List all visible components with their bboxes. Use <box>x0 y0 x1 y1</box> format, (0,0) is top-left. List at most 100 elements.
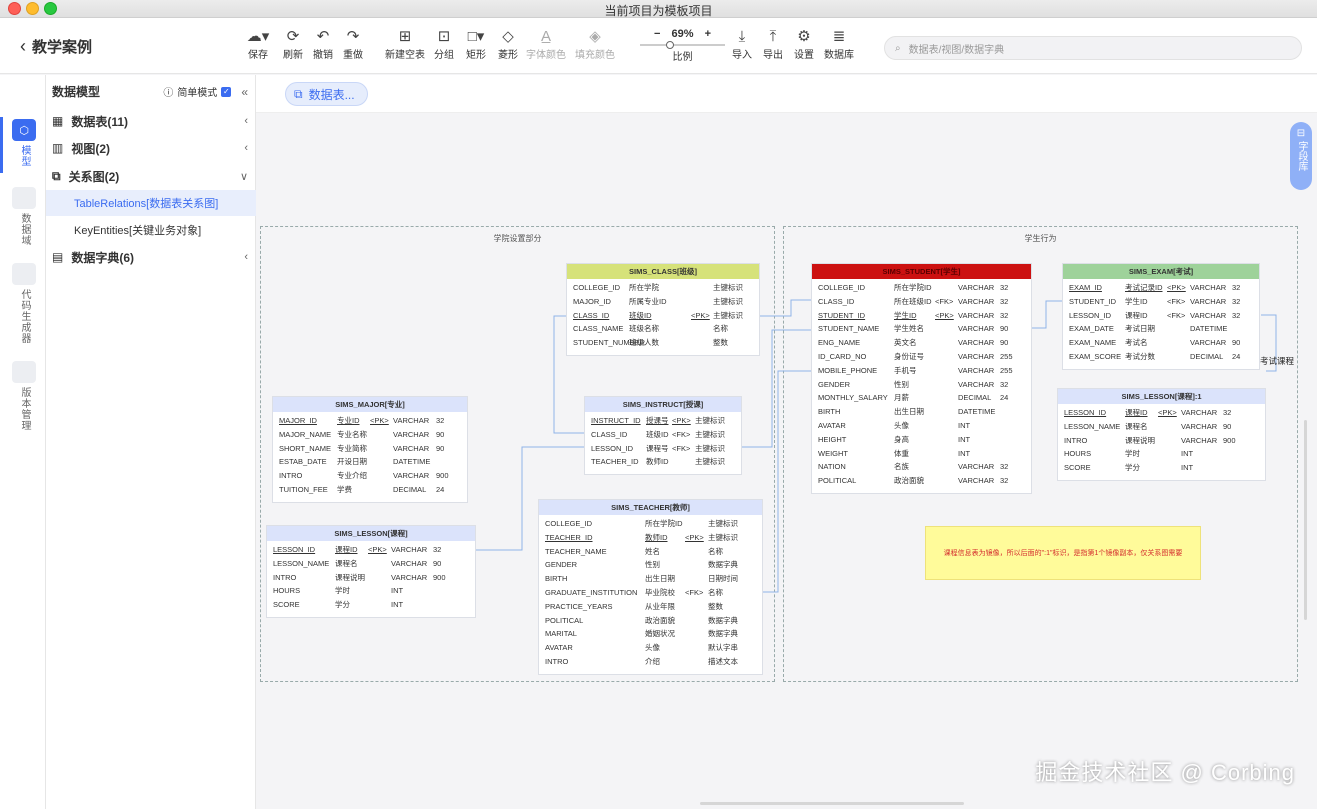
entity-field-row[interactable]: STUDENT_ID 学生ID <PK> VARCHAR 32 <box>812 309 1031 323</box>
entity-field-row[interactable]: HOURS 学时 INT <box>267 584 475 598</box>
entity-field-row[interactable]: LESSON_NAME 课程名 VARCHAR 90 <box>1058 420 1265 434</box>
zoom-slider-handle[interactable] <box>666 41 674 49</box>
zoom-out-button[interactable]: − <box>654 28 660 40</box>
zoom-slider[interactable] <box>640 41 725 49</box>
entity-field-row[interactable]: BIRTH 出生日期 DATETIME <box>812 405 1031 419</box>
entity-field-row[interactable]: EXAM_ID 考试记录ID <PK> VARCHAR 32 <box>1063 281 1259 295</box>
collapse-sidebar-button[interactable]: « <box>241 85 248 99</box>
new-table-button[interactable]: ⊞ 新建空表 <box>385 28 425 61</box>
entity-field-row[interactable]: EXAM_NAME 考试名 VARCHAR 90 <box>1063 336 1259 350</box>
field-cell: 政治面貌 <box>894 476 924 486</box>
horizontal-scrollbar[interactable] <box>700 802 964 805</box>
rail-item-version[interactable]: 版本管理 <box>12 361 36 431</box>
entity-exam[interactable]: SIMS_EXAM[考试] EXAM_ID 考试记录ID <PK> VARCHAR 32 S… <box>1062 263 1260 370</box>
entity-class[interactable]: SIMS_CLASS[班级] COLLEGE_ID 所在学院 主键标识 MAJOR_ID… <box>566 263 760 356</box>
vertical-scrollbar[interactable] <box>1304 420 1307 620</box>
entity-field-row[interactable]: INTRO 专业介绍 VARCHAR 900 <box>273 469 467 483</box>
back-button[interactable]: ‹ 教学案例 <box>20 36 92 57</box>
entity-field-row[interactable]: PRACTICE_YEARS 从业年限 整数 <box>539 600 762 614</box>
entity-field-row[interactable]: MARITAL 婚姻状况 数据字典 <box>539 627 762 641</box>
entity-field-row[interactable]: TEACHER_ID 教师ID <PK> 主键标识 <box>539 531 762 545</box>
note-mirror-info[interactable]: 课程信息表为镜像，所以后面的":1"标识，是指第1个镜像副本，仅关系图需要 <box>925 526 1201 580</box>
entity-field-row[interactable]: MAJOR_NAME 专业名称 VARCHAR 90 <box>273 428 467 442</box>
entity-field-row[interactable]: COLLEGE_ID 所在学院ID 主键标识 <box>539 517 762 531</box>
entity-field-row[interactable]: POLITICAL 政治面貌 数据字典 <box>539 614 762 628</box>
field-cell: 专业简称 <box>337 443 367 453</box>
entity-field-row[interactable]: EXAM_DATE 考试日期 DATETIME <box>1063 322 1259 336</box>
entity-field-row[interactable]: INTRO 课程说明 VARCHAR 900 <box>1058 434 1265 448</box>
tree-item-table-relations[interactable]: TableRelations[数据表关系图] <box>46 190 256 216</box>
entity-field-row[interactable]: COLLEGE_ID 所在学院ID VARCHAR 32 <box>812 281 1031 295</box>
entity-field-row[interactable]: STUDENT_ID 学生ID <FK> VARCHAR 32 <box>1063 295 1259 309</box>
entity-field-row[interactable]: ESTAB_DATE 开设日期 DATETIME <box>273 455 467 469</box>
entity-field-row[interactable]: STUDENT_NAME 学生姓名 VARCHAR 90 <box>812 322 1031 336</box>
field-cell: 整数 <box>713 338 728 348</box>
simple-mode-checkbox[interactable]: ✓ <box>221 86 232 97</box>
entity-field-row[interactable]: CLASS_ID 班级ID <FK> 主键标识 <box>585 428 741 442</box>
save-button[interactable]: ☁▾ 保存 <box>238 28 278 61</box>
entity-field-row[interactable]: INTRO 介绍 描述文本 <box>539 655 762 669</box>
entity-field-row[interactable]: HOURS 学时 INT <box>1058 447 1265 461</box>
entity-field-row[interactable]: LESSON_ID 课程ID <PK> VARCHAR 32 <box>1058 406 1265 420</box>
font-color-button[interactable]: A̲ 字体颜色 <box>526 28 566 61</box>
tree-item-key-entities[interactable]: KeyEntities[关键业务对象] <box>46 217 256 243</box>
tree-item-dictionary[interactable]: ▤ 数据字典(6) ‹ <box>46 244 256 270</box>
fill-color-button[interactable]: ◈ 填充颜色 <box>575 28 615 61</box>
entity-field-row[interactable]: LESSON_ID 课程号 <FK> 主键标识 <box>585 442 741 456</box>
entity-field-row[interactable]: TEACHER_NAME 姓名 名称 <box>539 545 762 559</box>
entity-field-row[interactable]: POLITICAL 政治面貌 VARCHAR 32 <box>812 474 1031 488</box>
entity-field-row[interactable]: GRADUATE_INSTITUTION 毕业院校 <FK> 名称 <box>539 586 762 600</box>
entity-field-row[interactable]: LESSON_NAME 课程名 VARCHAR 90 <box>267 557 475 571</box>
field-library-tab[interactable]: ⊟ 字段库 <box>1290 122 1312 190</box>
simple-mode-toggle[interactable]: ⓘ 简单模式 ✓ <box>163 84 232 99</box>
tree-item-diagrams[interactable]: ⧉ 关系图(2) ∨ <box>46 163 256 189</box>
zoom-in-button[interactable]: + <box>705 28 711 40</box>
entity-field-row[interactable]: LESSON_ID 课程ID <FK> VARCHAR 32 <box>1063 309 1259 323</box>
entity-field-row[interactable]: MAJOR_ID 专业ID <PK> VARCHAR 32 <box>273 414 467 428</box>
entity-field-row[interactable]: AVATAR 头像 INT <box>812 419 1031 433</box>
rail-item-code-generator[interactable]: 代码生成器 <box>12 263 36 344</box>
entity-field-row[interactable]: SCORE 学分 INT <box>1058 461 1265 475</box>
entity-field-row[interactable]: ENG_NAME 英文名 VARCHAR 90 <box>812 336 1031 350</box>
diagram-canvas[interactable]: ⧉ 数据表... 学院设置部分 学生行为 考试课程 SIMS_CLASS[班级]… <box>256 75 1317 809</box>
entity-field-row[interactable]: STUDENT_NUMBER 班级人数 整数 <box>567 336 759 350</box>
entity-student[interactable]: SIMS_STUDENT[学生] COLLEGE_ID 所在学院ID VARCHAR 3… <box>811 263 1032 494</box>
entity-field-row[interactable]: EXAM_SCORE 考试分数 DECIMAL 24 <box>1063 350 1259 364</box>
entity-field-row[interactable]: CLASS_NAME 班级名称 名称 <box>567 322 759 336</box>
entity-field-row[interactable]: MAJOR_ID 所属专业ID 主键标识 <box>567 295 759 309</box>
entity-field-row[interactable]: CLASS_ID 班级ID <PK> 主键标识 <box>567 309 759 323</box>
entity-field-row[interactable]: INSTRUCT_ID 授课号 <PK> 主键标识 <box>585 414 741 428</box>
entity-field-row[interactable]: BIRTH 出生日期 日期时间 <box>539 572 762 586</box>
entity-instruct[interactable]: SIMS_INSTRUCT[授课] INSTRUCT_ID 授课号 <PK> 主键标识 C… <box>584 396 742 476</box>
entity-lesson[interactable]: SIMS_LESSON[课程] LESSON_ID 课程ID <PK> VARCHAR 3… <box>266 525 476 618</box>
diamond-button[interactable]: ◇ 菱形 <box>488 28 528 61</box>
rail-item-data-domain[interactable]: 数据域 <box>12 187 36 246</box>
entity-field-row[interactable]: MONTHLY_SALARY 月薪 DECIMAL 24 <box>812 391 1031 405</box>
redo-button[interactable]: ↷ 重做 <box>333 28 373 61</box>
entity-lesson1[interactable]: SIMS_LESSON[课程]:1 LESSON_ID 课程ID <PK> VARCHA… <box>1057 388 1266 481</box>
entity-field-row[interactable]: GENDER 性别 数据字典 <box>539 558 762 572</box>
tree-item-views[interactable]: ▥ 视图(2) ‹ <box>46 135 256 161</box>
entity-major[interactable]: SIMS_MAJOR[专业] MAJOR_ID 专业ID <PK> VARCHAR 32 M… <box>272 396 468 503</box>
search-input[interactable]: ⌕ 数据表/视图/数据字典 <box>884 36 1302 60</box>
entity-field-row[interactable]: TEACHER_ID 教师ID 主键标识 <box>585 455 741 469</box>
entity-field-row[interactable]: LESSON_ID 课程ID <PK> VARCHAR 32 <box>267 543 475 557</box>
entity-field-row[interactable]: NATION 名族 VARCHAR 32 <box>812 460 1031 474</box>
entity-field-row[interactable]: MOBILE_PHONE 手机号 VARCHAR 255 <box>812 364 1031 378</box>
entity-field-row[interactable]: ID_CARD_NO 身份证号 VARCHAR 255 <box>812 350 1031 364</box>
entity-field-row[interactable]: AVATAR 头像 默认字串 <box>539 641 762 655</box>
settings-button[interactable]: ⚙ 设置 <box>784 28 824 61</box>
entity-field-row[interactable]: SHORT_NAME 专业简称 VARCHAR 90 <box>273 442 467 456</box>
entity-field-row[interactable]: INTRO 课程说明 VARCHAR 900 <box>267 571 475 585</box>
entity-field-row[interactable]: GENDER 性别 VARCHAR 32 <box>812 378 1031 392</box>
entity-field-row[interactable]: TUITION_FEE 学费 DECIMAL 24 <box>273 483 467 497</box>
tree-item-tables[interactable]: ▦ 数据表(11) ‹ <box>46 108 256 134</box>
rail-item-model[interactable]: ⬡ 模型 <box>12 119 36 167</box>
entity-teacher[interactable]: SIMS_TEACHER[教师] COLLEGE_ID 所在学院ID 主键标识 TEAC… <box>538 499 763 675</box>
entity-field-row[interactable]: CLASS_ID 所在班级ID <FK> VARCHAR 32 <box>812 295 1031 309</box>
entity-field-row[interactable]: WEIGHT 体重 INT <box>812 447 1031 461</box>
entity-field-row[interactable]: COLLEGE_ID 所在学院 主键标识 <box>567 281 759 295</box>
database-button[interactable]: ≣ 数据库 <box>819 28 859 61</box>
entity-field-row[interactable]: SCORE 学分 INT <box>267 598 475 612</box>
entity-field-row[interactable]: HEIGHT 身高 INT <box>812 433 1031 447</box>
